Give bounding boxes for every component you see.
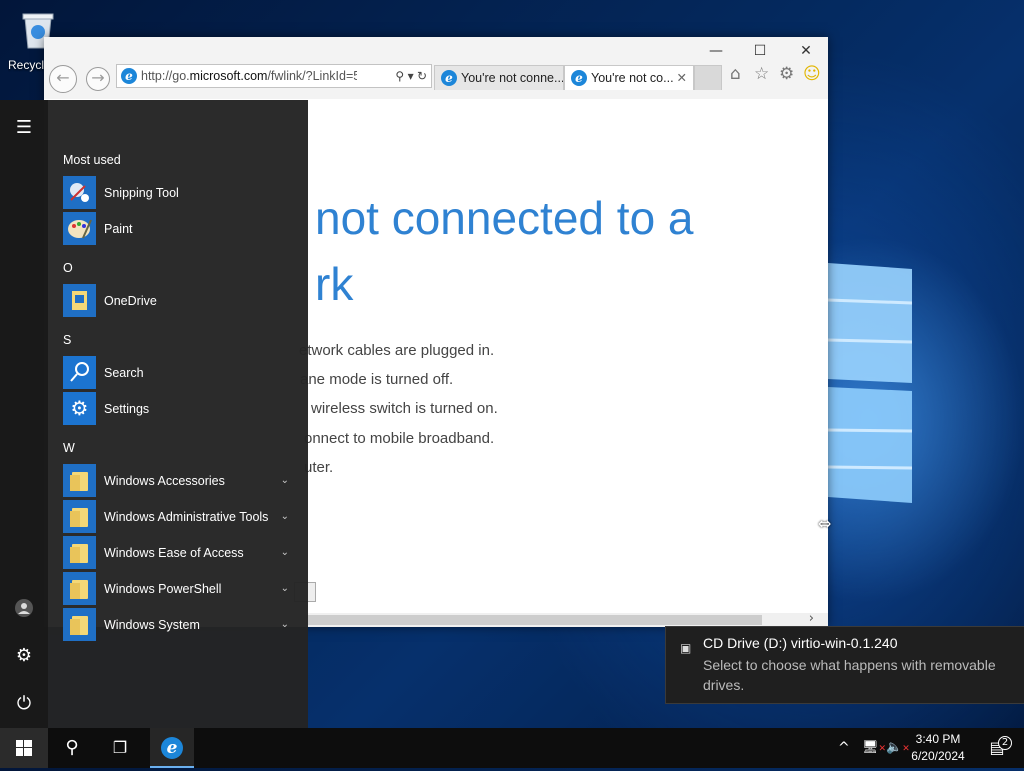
back-button[interactable]: ← bbox=[49, 65, 77, 93]
wallpaper-windows-logo bbox=[828, 263, 912, 503]
clock[interactable]: 3:40 PM 6/20/2024 bbox=[904, 731, 972, 765]
folder-name: Windows Ease of Access bbox=[104, 546, 244, 560]
settings-gear-icon: ⚙ bbox=[63, 392, 96, 425]
back-arrow-icon: ← bbox=[56, 68, 70, 87]
settings-gear-icon[interactable]: ⚙ bbox=[14, 646, 34, 666]
chevron-down-icon: ⌄ bbox=[280, 619, 289, 630]
folder-icon bbox=[63, 572, 96, 605]
close-button[interactable]: ✕ bbox=[786, 39, 826, 63]
folder-windows-administrative-tools[interactable]: Windows Administrative Tools ⌄ bbox=[63, 500, 297, 534]
address-bar[interactable]: e http://go.microsoft.com/fwlink/?LinkId… bbox=[116, 64, 432, 88]
network-disconnected-icon[interactable]: 🖥✕ bbox=[862, 728, 886, 768]
search-icon bbox=[63, 356, 96, 389]
group-letter-o[interactable]: O bbox=[63, 261, 73, 275]
scroll-right-icon[interactable]: › bbox=[809, 611, 814, 626]
app-onedrive[interactable]: OneDrive bbox=[63, 284, 297, 318]
folder-icon bbox=[63, 500, 96, 533]
notification-body: Select to choose what happens with remov… bbox=[703, 657, 996, 693]
app-name: Settings bbox=[104, 402, 150, 416]
app-name: Search bbox=[104, 366, 144, 380]
url-suffix: /fwlink/?LinkId=517 bbox=[267, 69, 357, 83]
home-icon[interactable]: ⌂ bbox=[730, 64, 741, 84]
folder-name: Windows Accessories bbox=[104, 474, 225, 488]
folder-windows-ease-of-access[interactable]: Windows Ease of Access ⌄ bbox=[63, 536, 297, 570]
folder-icon bbox=[63, 608, 96, 641]
start-menu: ☰ ⚙ ⏻ Most used Snipping Tool Paint O On… bbox=[0, 100, 308, 728]
hamburger-menu-icon[interactable]: ☰ bbox=[14, 118, 34, 138]
settings-gear-icon[interactable]: ⚙ bbox=[779, 64, 794, 84]
folder-icon bbox=[63, 464, 96, 497]
clock-date: 6/20/2024 bbox=[911, 749, 965, 763]
folder-windows-accessories[interactable]: Windows Accessories ⌄ bbox=[63, 464, 297, 498]
app-settings[interactable]: ⚙ Settings bbox=[63, 392, 297, 426]
app-paint[interactable]: Paint bbox=[63, 212, 297, 246]
chevron-down-icon: ⌄ bbox=[280, 583, 289, 594]
url-prefix: http://go. bbox=[141, 69, 190, 83]
scrollbar-thumb[interactable] bbox=[306, 615, 762, 625]
action-center-icon[interactable]: ▤ 2 bbox=[982, 728, 1012, 768]
browser-tab-1[interactable]: e You're not conne... bbox=[434, 65, 564, 90]
forward-arrow-icon: → bbox=[91, 68, 105, 87]
clock-time: 3:40 PM bbox=[915, 732, 961, 746]
favorites-star-icon[interactable]: ☆ bbox=[754, 64, 769, 84]
maximize-button[interactable]: ☐ bbox=[740, 39, 780, 63]
notification-toast[interactable]: ▣ CD Drive (D:) virtio-win-0.1.240 Selec… bbox=[665, 626, 1024, 704]
cd-drive-icon: ▣ bbox=[680, 641, 692, 655]
paint-icon bbox=[63, 212, 96, 245]
taskbar-internet-explorer[interactable]: e bbox=[150, 728, 194, 768]
folder-icon bbox=[63, 536, 96, 569]
group-letter-s[interactable]: S bbox=[63, 333, 71, 347]
taskbar-search-icon[interactable]: ⚲ bbox=[48, 728, 96, 768]
folder-windows-system[interactable]: Windows System ⌄ bbox=[63, 608, 297, 642]
ie-tab-icon: e bbox=[571, 70, 587, 86]
start-button[interactable] bbox=[0, 728, 48, 768]
url-domain: microsoft.com bbox=[189, 69, 268, 83]
minimize-button[interactable]: — bbox=[696, 39, 736, 63]
app-name: Snipping Tool bbox=[104, 186, 179, 200]
ie-tab-icon: e bbox=[441, 70, 457, 86]
search-icon[interactable]: ⚲ bbox=[395, 69, 404, 83]
task-view-icon[interactable]: ❐ bbox=[96, 728, 144, 768]
resize-cursor-icon: ⇔ bbox=[818, 514, 832, 533]
ie-page-icon: e bbox=[121, 68, 137, 84]
most-used-heading: Most used bbox=[63, 153, 121, 167]
feedback-smiley-icon[interactable]: ☺ bbox=[803, 64, 821, 84]
onedrive-icon bbox=[63, 284, 96, 317]
notification-count-badge: 2 bbox=[998, 736, 1012, 750]
folder-name: Windows PowerShell bbox=[104, 582, 222, 596]
taskbar: ⚲ ❐ e ^ 🖥✕ 🔈✕ 3:40 PM 6/20/2024 ▤ 2 bbox=[0, 728, 1024, 768]
group-letter-w[interactable]: W bbox=[63, 441, 75, 455]
app-search[interactable]: Search bbox=[63, 356, 297, 390]
chevron-down-icon: ⌄ bbox=[280, 475, 289, 486]
dropdown-chevron-icon[interactable]: ▾ bbox=[408, 69, 414, 83]
address-url[interactable]: http://go.microsoft.com/fwlink/?LinkId=5… bbox=[141, 65, 357, 87]
folder-name: Windows System bbox=[104, 618, 200, 632]
app-name: Paint bbox=[104, 222, 133, 236]
close-tab-icon[interactable]: ✕ bbox=[677, 66, 687, 90]
chevron-down-icon: ⌄ bbox=[280, 511, 289, 522]
notification-title: CD Drive (D:) virtio-win-0.1.240 bbox=[703, 635, 898, 651]
app-name: OneDrive bbox=[104, 294, 157, 308]
chevron-down-icon: ⌄ bbox=[280, 547, 289, 558]
start-menu-rail: ☰ ⚙ ⏻ bbox=[0, 100, 48, 728]
folder-name: Windows Administrative Tools bbox=[104, 510, 269, 524]
folder-windows-powershell[interactable]: Windows PowerShell ⌄ bbox=[63, 572, 297, 606]
app-snipping-tool[interactable]: Snipping Tool bbox=[63, 176, 297, 210]
refresh-icon[interactable]: ↻ bbox=[417, 69, 427, 83]
show-hidden-icons-chevron-icon[interactable]: ^ bbox=[838, 728, 850, 768]
power-icon[interactable]: ⏻ bbox=[14, 694, 34, 714]
internet-explorer-icon: e bbox=[161, 737, 183, 759]
forward-button[interactable]: → bbox=[86, 67, 110, 91]
browser-tab-2-active[interactable]: e You're not co... ✕ bbox=[564, 65, 694, 90]
windows-logo-icon bbox=[16, 740, 32, 756]
new-tab-button[interactable] bbox=[694, 65, 722, 90]
tab-title: You're not co... bbox=[591, 71, 674, 85]
user-account-icon[interactable] bbox=[14, 598, 34, 618]
tab-title: You're not conne... bbox=[461, 71, 564, 85]
browser-toolbar: — ☐ ✕ ← → e http://go.microsoft.com/fwli… bbox=[44, 37, 828, 99]
snipping-tool-icon bbox=[63, 176, 96, 209]
